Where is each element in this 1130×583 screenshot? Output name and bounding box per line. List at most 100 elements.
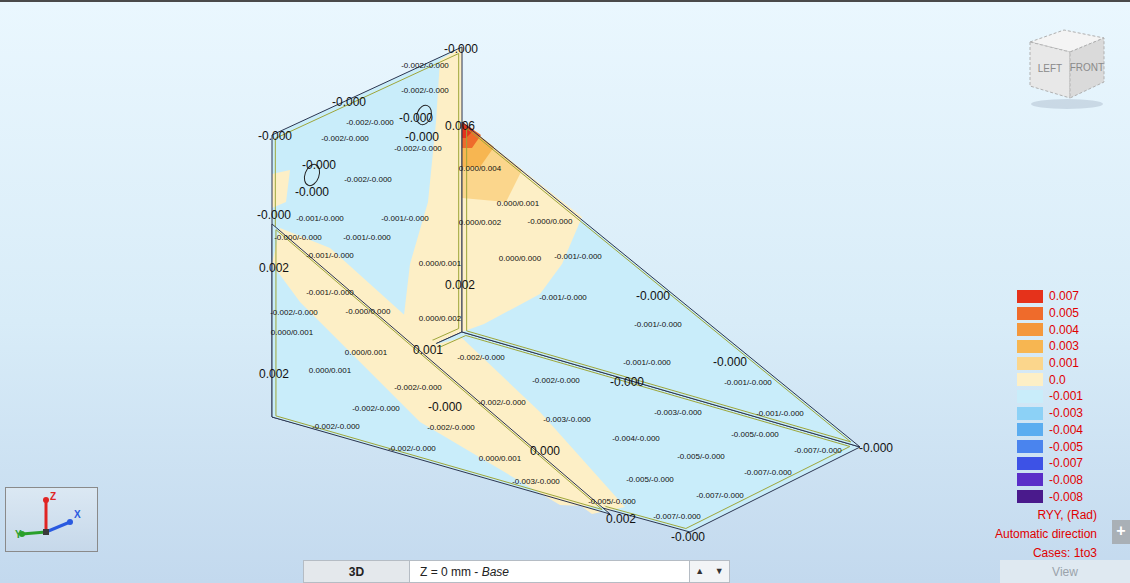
element-range: -0.003/-0.000: [543, 415, 591, 424]
element-range: 0.000/0.001: [271, 328, 314, 337]
legend-value: -0.008: [1049, 474, 1083, 486]
element-range: -0.000/0.000: [528, 217, 573, 226]
element-range: -0.001/-0.000: [634, 320, 682, 329]
node-value: -0.000: [332, 95, 366, 109]
legend-row: -0.007: [985, 455, 1097, 472]
legend-swatch: [1017, 290, 1043, 303]
element-range: -0.005/-0.000: [677, 452, 725, 461]
legend-cases: Cases: 1to3: [985, 545, 1097, 562]
legend-swatch: [1017, 323, 1043, 336]
legend-value: -0.004: [1049, 424, 1083, 436]
axis-arrow-icon: [45, 500, 48, 532]
element-range: -0.002/-0.000: [312, 422, 360, 431]
element-range: -0.002/-0.000: [401, 61, 449, 70]
element-range: 0.000/0.002: [419, 314, 462, 323]
axis-label: Z: [50, 491, 56, 502]
element-range: -0.002/-0.000: [352, 404, 400, 413]
element-range: 0.000/0.004: [459, 164, 502, 173]
element-range: -0.001/-0.000: [343, 233, 391, 242]
model-view[interactable]: -0.000-0.000-0.000-0.000-0.0000.006-0.00…: [0, 2, 1130, 560]
model-canvas[interactable]: -0.000-0.000-0.000-0.000-0.0000.006-0.00…: [0, 2, 1130, 562]
legend-row: 0.005: [985, 305, 1097, 322]
left-gusset[interactable]: [272, 224, 610, 514]
right-gusset[interactable]: [462, 122, 860, 447]
legend-value: -0.007: [1049, 457, 1083, 469]
expand-button[interactable]: +: [1112, 520, 1130, 544]
legend-swatch: [1017, 440, 1043, 453]
node-value: 0.002: [606, 512, 636, 526]
node-value: 0.002: [259, 261, 289, 275]
element-range: -0.003/-0.000: [512, 477, 560, 486]
node-value: -0.000: [859, 441, 893, 455]
element-range: 0.000/0.000: [499, 254, 542, 263]
node-value: -0.000: [399, 111, 433, 125]
element-range: -0.001/-0.000: [539, 293, 587, 302]
contour-region: [462, 122, 860, 447]
legend-row: 0.001: [985, 355, 1097, 372]
contour-region: [272, 224, 610, 514]
legend-value: 0.003: [1049, 340, 1079, 352]
element-range: -0.002/-0.000: [427, 423, 475, 432]
axis-arrow-icon: [46, 522, 70, 532]
plate-inner-edge: [276, 230, 602, 510]
contour-region: [272, 170, 290, 208]
axis-label: Y: [15, 529, 22, 540]
legend-row: -0.008: [985, 488, 1097, 505]
legend-row: 0.003: [985, 338, 1097, 355]
node-value: 0.002: [445, 278, 475, 292]
element-range: -0.002/-0.000: [388, 444, 436, 453]
element-range: -0.001/-0.000: [306, 251, 354, 260]
legend-row: -0.004: [985, 422, 1097, 439]
element-range: 0.000/0.001: [479, 454, 522, 463]
axis-label: X: [74, 509, 81, 520]
legend-swatch: [1017, 340, 1043, 353]
plane-down-button[interactable]: ▼: [715, 565, 724, 579]
element-range: -0.002/-0.000: [346, 118, 394, 127]
element-range: -0.005/-0.000: [731, 430, 779, 439]
legend-value: -0.003: [1049, 407, 1083, 419]
element-range: 0.000/0.002: [459, 218, 502, 227]
node-value: -0.000: [444, 42, 478, 56]
element-range: -0.002/-0.000: [394, 383, 442, 392]
element-range: -0.002/-0.000: [270, 308, 318, 317]
element-range: -0.002/-0.000: [394, 144, 442, 153]
element-range: -0.000/0.000: [346, 307, 391, 316]
element-range: 0.000/0.001: [497, 199, 540, 208]
node-value: -0.000: [636, 289, 670, 303]
legend-value: 0.005: [1049, 307, 1079, 319]
legend-swatch: [1017, 357, 1043, 370]
view-button[interactable]: View: [1000, 560, 1130, 583]
element-range: -0.005/-0.000: [588, 497, 636, 506]
legend-direction: Automatic direction: [985, 526, 1097, 543]
plate-edge: [272, 224, 610, 514]
view-mode-button[interactable]: 3D: [303, 560, 410, 583]
bar-spacer: [0, 560, 303, 583]
plane-selector[interactable]: Z = 0 mm - Base: [410, 560, 690, 583]
element-range: -0.001/-0.000: [554, 252, 602, 261]
node-value: -0.000: [405, 130, 439, 144]
plate-inner-edge: [467, 128, 851, 442]
node-value: -0.000: [295, 185, 329, 199]
plane-up-button[interactable]: ▲: [695, 565, 704, 579]
plate-edge: [462, 122, 860, 447]
legend-swatch: [1017, 407, 1043, 420]
element-range: 0.000/0.001: [419, 259, 462, 268]
node-value: 0.001: [413, 343, 443, 357]
legend-row: 0.0: [985, 371, 1097, 388]
cube-face-front[interactable]: FRONT: [1070, 62, 1104, 73]
cube-face-left[interactable]: LEFT: [1038, 63, 1062, 74]
element-range: -0.001/-0.000: [296, 214, 344, 223]
legend-row: -0.005: [985, 438, 1097, 455]
legend-row: 0.007: [985, 288, 1097, 305]
element-range: -0.002/-0.000: [457, 353, 505, 362]
view-cube[interactable]: LEFT FRONT: [1022, 24, 1112, 110]
plane-label: Z = 0 mm -: [420, 563, 482, 581]
node-value: -0.000: [713, 355, 747, 369]
legend-swatch: [1017, 457, 1043, 470]
legend-swatch: [1017, 423, 1043, 436]
node-value: -0.000: [257, 208, 291, 222]
legend: 0.0070.0050.0040.0030.0010.0-0.001-0.003…: [985, 288, 1097, 562]
element-range: -0.001/-0.000: [724, 378, 772, 387]
node-value: 0.002: [259, 367, 289, 381]
node-value: -0.000: [302, 158, 336, 172]
